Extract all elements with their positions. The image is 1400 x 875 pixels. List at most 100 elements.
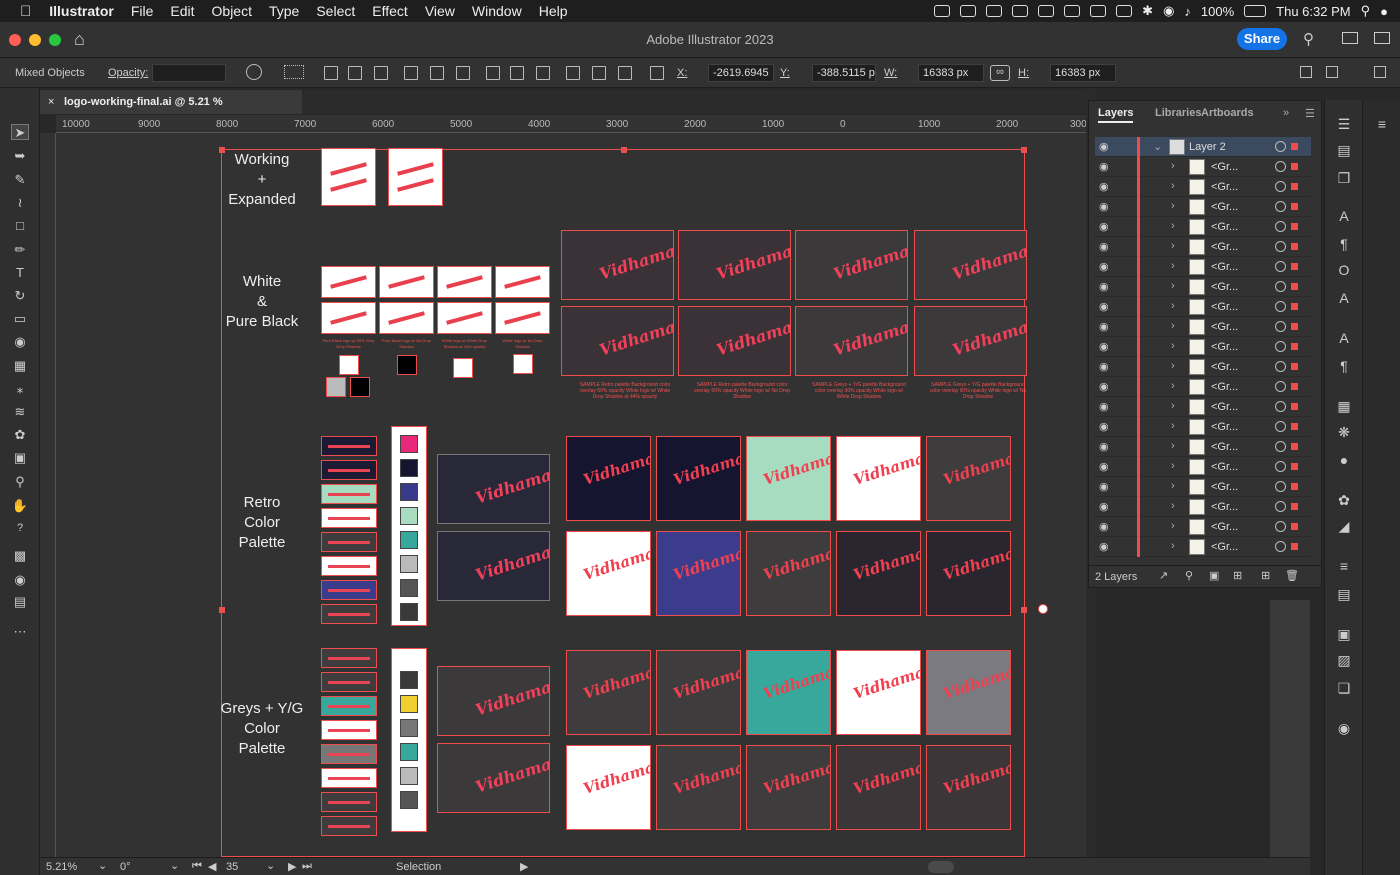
- photo-sample[interactable]: Vidhama: [437, 454, 550, 524]
- palette-logo-square[interactable]: Vidhama: [656, 745, 741, 830]
- character-styles-icon[interactable]: A: [1335, 330, 1353, 348]
- cloud-icon-2[interactable]: [986, 5, 1003, 17]
- menu-extra-icon-2[interactable]: [1090, 5, 1107, 17]
- more-tools-icon[interactable]: ⋯: [11, 624, 29, 640]
- reference-point-icon[interactable]: [650, 66, 664, 80]
- palette-logo-square[interactable]: Vidhama: [566, 436, 651, 521]
- rotate-handle[interactable]: [1038, 604, 1048, 614]
- selection-indicator[interactable]: [1291, 163, 1298, 170]
- paragraph-panel-icon[interactable]: ¶: [1335, 236, 1353, 254]
- chevron-right-icon[interactable]: ›: [1171, 200, 1175, 212]
- palette-logo-square[interactable]: Vidhama: [656, 531, 741, 616]
- hand-tool-icon[interactable]: ✋: [11, 498, 29, 514]
- draw-mode-icon[interactable]: ◉: [11, 572, 29, 588]
- logo-strip[interactable]: [321, 792, 377, 812]
- fill-stroke-icon[interactable]: ▩: [11, 548, 29, 564]
- search-icon[interactable]: ⚲: [1303, 30, 1314, 48]
- selection-handle[interactable]: [219, 607, 225, 613]
- swatch[interactable]: [400, 579, 418, 597]
- target-circle-icon[interactable]: [1275, 281, 1286, 292]
- width-tool-icon[interactable]: ≋: [11, 404, 29, 420]
- target-circle-icon[interactable]: [1275, 261, 1286, 272]
- visibility-eye-icon[interactable]: ◉: [1099, 260, 1109, 273]
- visibility-eye-icon[interactable]: ◉: [1099, 420, 1109, 433]
- time-machine-icon[interactable]: [1116, 5, 1133, 17]
- sublayer-row[interactable]: ◉ › <Gr...: [1095, 257, 1311, 277]
- visibility-eye-icon[interactable]: ◉: [1099, 160, 1109, 173]
- swatch[interactable]: [397, 355, 417, 375]
- menu-app-name[interactable]: Illustrator: [49, 3, 114, 19]
- visibility-eye-icon[interactable]: ◉: [1099, 540, 1109, 553]
- selection-tool-icon[interactable]: ➤: [11, 124, 29, 140]
- palette-logo-square[interactable]: Vidhama: [656, 650, 741, 735]
- tab-layers[interactable]: Layers: [1098, 107, 1134, 123]
- chevron-right-icon[interactable]: ›: [1171, 240, 1175, 252]
- white-logo-tile[interactable]: [495, 302, 550, 334]
- palette-logo-square[interactable]: Vidhama: [926, 650, 1011, 735]
- logo-strip[interactable]: [321, 532, 377, 552]
- artboards-panel-icon[interactable]: ❐: [1335, 170, 1353, 188]
- logo-strip[interactable]: [321, 436, 377, 456]
- swatch[interactable]: [326, 377, 346, 397]
- palette-logo-square[interactable]: Vidhama: [926, 436, 1011, 521]
- target-circle-icon[interactable]: [1275, 141, 1286, 152]
- selection-indicator[interactable]: [1291, 223, 1298, 230]
- brushes-panel-icon[interactable]: ❋: [1335, 424, 1353, 442]
- swatch[interactable]: [453, 358, 473, 378]
- opentype-panel-icon[interactable]: O: [1335, 262, 1353, 280]
- chevron-right-icon[interactable]: ›: [1171, 420, 1175, 432]
- artboard-dropdown-icon[interactable]: ⌄: [266, 859, 275, 872]
- first-artboard-icon[interactable]: ⏮: [192, 860, 202, 873]
- document-tab[interactable]: × logo-working-final.ai @ 5.21 % (RGB/Pr…: [40, 90, 302, 132]
- selection-handle[interactable]: [1021, 147, 1027, 153]
- chevron-right-icon[interactable]: ›: [1171, 480, 1175, 492]
- locate-object-icon[interactable]: ⚲: [1185, 569, 1193, 582]
- transform-icon[interactable]: [1300, 66, 1312, 78]
- selection-indicator[interactable]: [1291, 183, 1298, 190]
- expanded-logo-thumb[interactable]: [388, 148, 443, 206]
- target-circle-icon[interactable]: [1275, 461, 1286, 472]
- visibility-eye-icon[interactable]: ◉: [1099, 340, 1109, 353]
- palette-logo-square[interactable]: Vidhama: [566, 650, 651, 735]
- menu-window[interactable]: Window: [472, 3, 522, 19]
- h-field[interactable]: 16383 px: [1050, 64, 1116, 82]
- white-logo-tile[interactable]: [437, 302, 492, 334]
- selection-indicator[interactable]: [1291, 303, 1298, 310]
- logo-strip[interactable]: [321, 648, 377, 668]
- gradient-panel-icon[interactable]: ▤: [1335, 586, 1353, 604]
- close-window-button[interactable]: [9, 34, 21, 46]
- chevron-right-icon[interactable]: ›: [1171, 320, 1175, 332]
- logo-strip[interactable]: [321, 460, 377, 480]
- selection-indicator[interactable]: [1291, 503, 1298, 510]
- character-panel-icon[interactable]: A: [1335, 208, 1353, 226]
- help-icon[interactable]: ?: [11, 520, 29, 536]
- palette-logo-square[interactable]: Vidhama: [926, 531, 1011, 616]
- photo-sample[interactable]: Vidhama: [914, 306, 1027, 376]
- swatch[interactable]: [350, 377, 370, 397]
- target-circle-icon[interactable]: [1275, 321, 1286, 332]
- selection-indicator[interactable]: [1291, 463, 1298, 470]
- photo-sample[interactable]: Vidhama: [437, 743, 550, 813]
- visibility-eye-icon[interactable]: ◉: [1099, 220, 1109, 233]
- chevron-right-icon[interactable]: ›: [1171, 400, 1175, 412]
- visibility-eye-icon[interactable]: ◉: [1099, 180, 1109, 193]
- logo-strip[interactable]: [321, 508, 377, 528]
- selection-handle[interactable]: [621, 147, 627, 153]
- selection-indicator[interactable]: [1291, 143, 1298, 150]
- sublayer-row[interactable]: ◉ › <Gr...: [1095, 537, 1311, 557]
- color-panel-icon[interactable]: ✿: [1335, 492, 1353, 510]
- cloud-icon[interactable]: [960, 5, 977, 17]
- target-circle-icon[interactable]: [1275, 301, 1286, 312]
- palette-logo-square[interactable]: Vidhama: [746, 436, 831, 521]
- zoom-window-button[interactable]: [49, 34, 61, 46]
- pathfinder-panel-icon[interactable]: ❏: [1335, 680, 1353, 698]
- white-logo-tile[interactable]: [379, 302, 434, 334]
- artboard[interactable]: Working + Expanded White & Pure Black Re…: [219, 147, 1027, 857]
- white-logo-tile[interactable]: [495, 266, 550, 298]
- sublayer-row[interactable]: ◉ › <Gr...: [1095, 237, 1311, 257]
- selection-indicator[interactable]: [1291, 323, 1298, 330]
- swatches-panel-icon[interactable]: ▦: [1335, 398, 1353, 416]
- sublayer-row[interactable]: ◉ › <Gr...: [1095, 397, 1311, 417]
- chevron-right-icon[interactable]: ›: [1171, 500, 1175, 512]
- pen-tool-icon[interactable]: ✎: [11, 172, 29, 188]
